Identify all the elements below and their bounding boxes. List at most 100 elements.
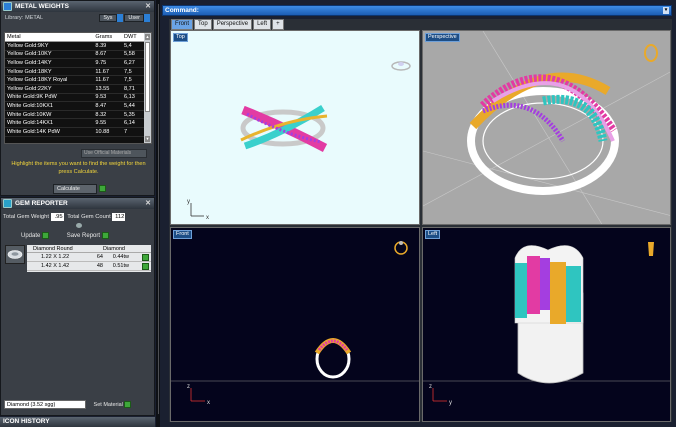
- table-row[interactable]: White Gold:10KX1 8.47 5,44: [5, 101, 145, 111]
- calculate-go-icon[interactable]: [98, 184, 106, 192]
- tab-left[interactable]: Left: [253, 19, 272, 30]
- table-row[interactable]: White Gold:14KX1 9.55 6,14: [5, 118, 145, 129]
- viewport-left-label[interactable]: Left: [425, 230, 441, 239]
- metal-dwt: 6,13: [121, 93, 145, 103]
- total-gem-count-label: Total Gem Count: [67, 214, 111, 220]
- tab-perspective[interactable]: Perspective: [212, 19, 253, 30]
- viewport-perspective-label[interactable]: Perspective: [425, 33, 460, 42]
- total-gem-count-value: 112: [112, 213, 126, 221]
- table-row[interactable]: Yellow Gold:22KY 13.55 8,71: [5, 84, 145, 94]
- metal-list[interactable]: Metal Grams DWT Yellow Gold:9KY 8.39 5,4 Ye…: [4, 32, 152, 144]
- gem-reporter-title: GEM REPORTER: [15, 200, 68, 207]
- metal-table: Metal Grams DWT Yellow Gold:9KY 8.39 5,4 Ye…: [5, 33, 145, 137]
- sys-toggle[interactable]: [116, 14, 123, 22]
- gem-table: Diamond Round Diamond 1.22 X 1.22 64 0.44tw…: [27, 245, 151, 272]
- viewport-front-label[interactable]: Front: [173, 230, 192, 239]
- scroll-up-icon[interactable]: ▲: [145, 34, 150, 40]
- scroll-thumb[interactable]: [145, 42, 150, 112]
- table-row[interactable]: Yellow Gold:14KY 9.75 6,27: [5, 58, 145, 68]
- metal-name: White Gold:10KW: [5, 110, 94, 120]
- metal-name: White Gold:9K PdW: [5, 93, 94, 103]
- metal-dwt: 7: [121, 127, 145, 137]
- user-toggle[interactable]: [144, 14, 150, 22]
- library-row: Library: METAL Sys User: [1, 12, 154, 24]
- library-value: METAL: [25, 15, 44, 21]
- metal-name: Yellow Gold:14KY: [5, 58, 94, 68]
- metal-dwt: 5,44: [121, 101, 145, 111]
- close-icon[interactable]: ✕: [145, 1, 151, 12]
- diamond-icon: [7, 250, 23, 259]
- axis-z-label: z: [187, 384, 190, 390]
- gem-weight: 0.44tw: [112, 254, 129, 260]
- gem-header-stone: Diamond: [102, 246, 125, 252]
- official-materials-checkbox[interactable]: Use Official Materials: [81, 149, 147, 158]
- tab-front[interactable]: Front: [171, 19, 194, 30]
- metal-weights-panel: METAL WEIGHTS ✕ Library: METAL Sys User …: [0, 0, 155, 196]
- metal-name: White Gold:10KX1: [5, 101, 94, 111]
- metal-name: Yellow Gold:10KY: [5, 50, 94, 60]
- metal-grams: 8.32: [93, 110, 122, 120]
- scroll-down-icon[interactable]: ▼: [145, 136, 150, 142]
- gem-row[interactable]: 1.22 X 1.22 64 0.44tw: [27, 253, 151, 262]
- diamond-thumbnail[interactable]: [5, 245, 25, 264]
- calculate-button[interactable]: Calculate: [53, 184, 97, 194]
- table-row[interactable]: Yellow Gold:10KY 8.67 5,58: [5, 50, 145, 60]
- table-row[interactable]: White Gold:9K PdW 9.53 6,13: [5, 93, 145, 103]
- viewport-top[interactable]: Top y x: [170, 30, 420, 225]
- command-dropdown-icon[interactable]: ▾: [663, 7, 669, 14]
- gem-totals-row: Total Gem Weight .95 Total Gem Count 112: [3, 212, 153, 223]
- metal-name: Yellow Gold:18KY Royal: [5, 75, 94, 86]
- axis-x-label: x: [206, 215, 209, 221]
- sys-button[interactable]: Sys: [99, 14, 117, 22]
- icon-history-panel: ICON HISTORY: [0, 417, 155, 427]
- close-icon[interactable]: ✕: [145, 198, 151, 209]
- total-gem-weight-label: Total Gem Weight: [3, 214, 49, 220]
- front-view-thumbnail: [394, 241, 408, 255]
- table-row[interactable]: Yellow Gold:18KY Royal 11.67 7,5: [5, 75, 145, 86]
- viewport-perspective[interactable]: Perspective: [422, 30, 671, 225]
- user-button[interactable]: User: [124, 14, 144, 22]
- metal-grams: 13.55: [93, 84, 122, 94]
- metal-grams: 9.53: [93, 93, 122, 103]
- metal-list-scrollbar[interactable]: ▲ ▼: [144, 33, 151, 143]
- update-button[interactable]: [42, 232, 50, 239]
- material-select[interactable]: Diamond (3.52 sgg): [4, 400, 86, 409]
- divider-line: [158, 4, 159, 414]
- top-view-thumbnail: [391, 61, 411, 71]
- table-row[interactable]: White Gold:10KW 8.32 5,35: [5, 110, 145, 120]
- viewport-tabs: Front Top Perspective Left +: [171, 19, 285, 30]
- metal-grams: 11.67: [93, 75, 122, 86]
- table-row[interactable]: White Gold:14K PdW 10.88 7: [5, 127, 145, 137]
- viewport-left[interactable]: Left z y: [422, 227, 671, 422]
- rhino-matrix-window: METAL WEIGHTS ✕ Library: METAL Sys User …: [0, 0, 676, 427]
- save-report-button[interactable]: [101, 232, 109, 239]
- gem-row[interactable]: 1.42 X 1.42 48 0.51tw: [27, 262, 151, 271]
- viewport-front[interactable]: Front z x: [170, 227, 420, 422]
- gem-count: 64: [96, 254, 103, 260]
- metal-grams: 11.67: [93, 67, 122, 77]
- icon-history-title[interactable]: ICON HISTORY: [0, 417, 155, 427]
- calculate-hint: Highlight the items you want to find the…: [11, 161, 146, 175]
- tab-top[interactable]: Top: [194, 19, 212, 30]
- splitter-handle[interactable]: [76, 223, 82, 228]
- gem-select-icon[interactable]: [142, 254, 149, 261]
- table-row[interactable]: Yellow Gold:9KY 8.39 5,4: [5, 41, 145, 51]
- viewport-area: Front Top Perspective Left + Top y x Per…: [169, 19, 672, 422]
- table-row[interactable]: Yellow Gold:18KY 11.67 7,5: [5, 67, 145, 77]
- gem-select-icon[interactable]: [142, 263, 149, 270]
- material-row: Diamond (3.52 sgg) Set Material: [4, 400, 154, 411]
- axis-y-label: y: [449, 400, 452, 406]
- column-header-grams[interactable]: Grams: [93, 33, 122, 43]
- left-view-thumbnail: [648, 242, 654, 256]
- column-header-dwt[interactable]: DWT: [121, 33, 145, 43]
- axis-y-label: y: [187, 199, 190, 205]
- command-bar[interactable]: Command: ▾: [162, 5, 672, 16]
- column-header-metal[interactable]: Metal: [5, 33, 94, 43]
- viewport-top-label[interactable]: Top: [173, 33, 188, 42]
- axis-x-label: x: [207, 400, 210, 406]
- set-material-button[interactable]: [124, 401, 132, 409]
- metal-name: Yellow Gold:18KY: [5, 67, 94, 77]
- gem-icon: [3, 199, 12, 208]
- metal-grams: 8.39: [93, 41, 122, 51]
- tab-add[interactable]: +: [272, 19, 284, 30]
